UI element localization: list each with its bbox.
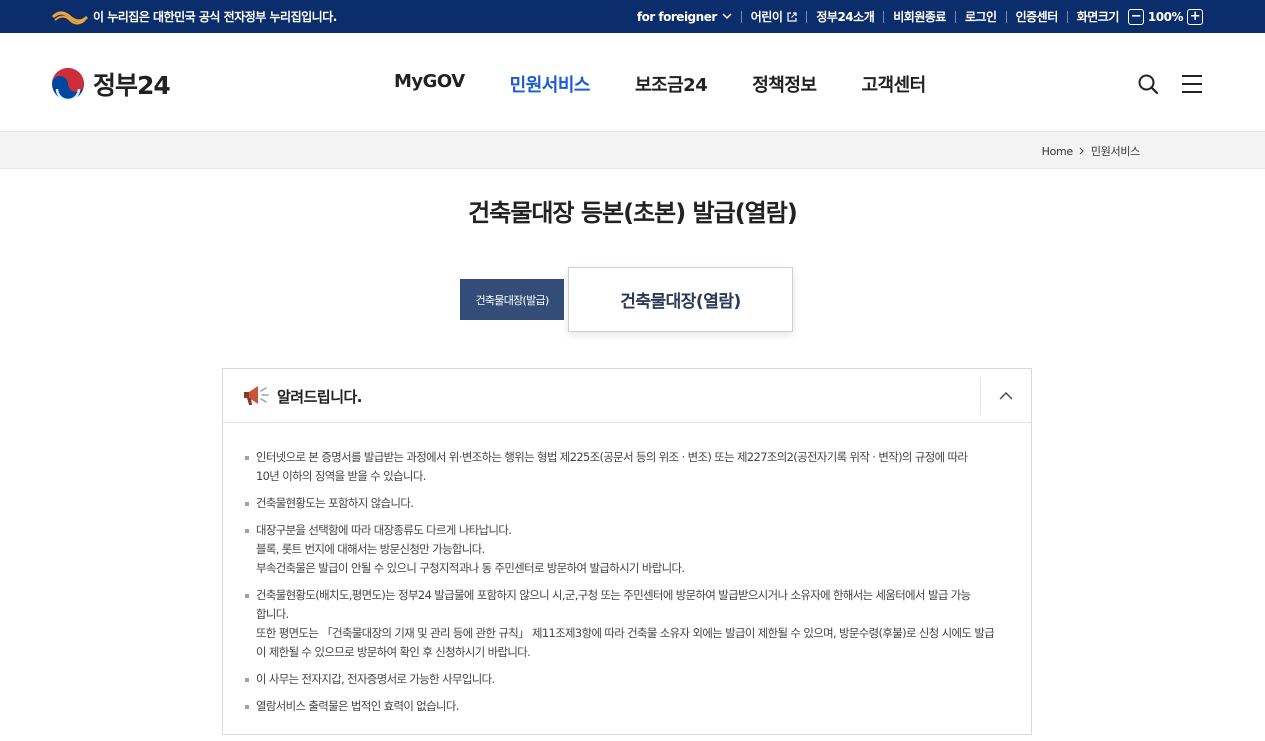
divider <box>1005 10 1007 23</box>
header-icons <box>1137 73 1203 95</box>
zoom-out-button[interactable]: − <box>1127 8 1144 25</box>
notice-line: 부속건축물은 발급이 안될 수 있으니 구청지적과나 동 주민센터로 방문하여 … <box>256 561 685 575</box>
chevron-up-icon <box>999 392 1013 400</box>
search-icon <box>1138 74 1159 95</box>
notice-item: 열람서비스 출력물은 법적인 효력이 없습니다. <box>245 697 1009 716</box>
notice-header: 알려드립니다. <box>223 369 1031 423</box>
egovernment-mark-icon <box>51 11 89 25</box>
notice-list: 인터넷으로 본 증명서를 발급받는 과정에서 위·변조하는 행위는 형법 제22… <box>245 448 1009 716</box>
nav-mygov[interactable]: MyGOV <box>394 71 465 97</box>
notice-item: 건축물현황도(배치도,평면도)는 정부24 발급물에 포함하지 않으니 시,군,… <box>245 586 1009 662</box>
notice-line: 건축물현황도는 포함하지 않습니다. <box>256 496 414 510</box>
nav-civil-services[interactable]: 민원서비스 <box>510 71 591 97</box>
certificate-center-link[interactable]: 인증센터 <box>1016 8 1059 25</box>
nav-subsidy24[interactable]: 보조금24 <box>635 71 708 97</box>
divider <box>1066 10 1068 23</box>
divider <box>740 10 742 23</box>
utility-links: for foreigner 어린이 정부24소개 비회원종료 로그인 인증센터 … <box>637 0 1203 33</box>
search-button[interactable] <box>1137 73 1159 95</box>
notice-line: 블록, 롯트 번지에 대해서는 방문신청만 가능합니다. <box>256 542 485 556</box>
main-header: 정부24 MyGOV 민원서비스 보조금24 정책정보 고객센터 <box>0 33 1265 132</box>
notice-collapse-button[interactable] <box>980 377 1031 415</box>
notice-item: 대장구분을 선택함에 따라 대장종류도 다르게 나타납니다. 블록, 롯트 번지… <box>245 521 1009 578</box>
divider <box>806 10 808 23</box>
tab-view[interactable]: 건축물대장(열람) <box>568 267 793 332</box>
page-title: 건축물대장 등본(초본) 발급(열람) <box>468 199 798 227</box>
zoom-level: 100% <box>1147 9 1184 24</box>
for-foreigner-label: for foreigner <box>636 9 717 24</box>
taegeuk-emblem-icon <box>52 68 84 101</box>
notice-panel: 알려드립니다. 인터넷으로 본 증명서를 발급받는 과정에서 위·변조하는 행위… <box>222 368 1032 735</box>
nav-policy-info[interactable]: 정책정보 <box>752 71 817 97</box>
nav-customer-center[interactable]: 고객센터 <box>861 71 926 97</box>
notice-item: 이 사무는 전자지갑, 전자증명서로 가능한 사무입니다. <box>245 670 1009 689</box>
tab-issue[interactable]: 건축물대장(발급) <box>460 279 564 320</box>
kids-link[interactable]: 어린이 <box>751 8 798 25</box>
breadcrumb-bar: Home 민원서비스 <box>0 132 1265 169</box>
official-site-notice: 이 누리집은 대한민국 공식 전자정부 누리집입니다. <box>93 10 337 24</box>
notice-line: 이 사무는 전자지갑, 전자증명서로 가능한 사무입니다. <box>256 672 495 686</box>
nonmember-logout-link[interactable]: 비회원종료 <box>893 8 946 25</box>
notice-line: 이 제한될 수 있으므로 방문하여 확인 후 신청하시기 바랍니다. <box>256 645 531 659</box>
notice-line: 인터넷으로 본 증명서를 발급받는 과정에서 위·변조하는 행위는 형법 제22… <box>256 450 968 464</box>
all-menu-button[interactable] <box>1181 73 1203 95</box>
notice-item: 건축물현황도는 포함하지 않습니다. <box>245 494 1009 513</box>
notice-line: 열람서비스 출력물은 법적인 효력이 없습니다. <box>256 699 459 713</box>
breadcrumb-home[interactable]: Home <box>1042 145 1074 158</box>
kids-label: 어린이 <box>750 10 783 24</box>
top-utility-bar: 이 누리집은 대한민국 공식 전자정부 누리집입니다. for foreigne… <box>0 0 1265 33</box>
gov24-logo[interactable]: 정부24 <box>51 66 171 102</box>
notice-body: 인터넷으로 본 증명서를 발급받는 과정에서 위·변조하는 행위는 형법 제22… <box>223 423 1031 716</box>
login-link[interactable]: 로그인 <box>965 8 997 25</box>
main-navigation: MyGOV 민원서비스 보조금24 정책정보 고객센터 <box>394 71 926 97</box>
external-link-icon <box>787 11 797 22</box>
notice-title: 알려드립니다. <box>277 388 363 406</box>
megaphone-icon <box>244 386 269 405</box>
about-gov24-link[interactable]: 정부24소개 <box>816 8 874 25</box>
divider <box>954 10 956 23</box>
logo-text: 정부24 <box>93 71 171 100</box>
divider <box>883 10 885 23</box>
for-foreigner-dropdown[interactable]: for foreigner <box>637 10 732 24</box>
breadcrumb-current[interactable]: 민원서비스 <box>1091 143 1140 159</box>
zoom-in-button[interactable]: + <box>1187 8 1203 25</box>
notice-line: 합니다. <box>256 607 289 621</box>
screen-size-label: 화면크기 <box>1076 10 1120 24</box>
notice-line: 10년 이하의 징역을 받을 수 있습니다. <box>256 469 426 483</box>
notice-line: 또한 평면도는 「건축물대장의 기재 및 관리 등에 관한 규칙」 제11조제3… <box>256 626 995 640</box>
breadcrumb: Home 민원서비스 <box>1042 143 1141 159</box>
notice-item: 인터넷으로 본 증명서를 발급받는 과정에서 위·변조하는 행위는 형법 제22… <box>245 448 1009 486</box>
chevron-right-icon <box>1079 147 1084 155</box>
notice-line: 대장구분을 선택함에 따라 대장종류도 다르게 나타납니다. <box>256 523 512 537</box>
notice-line: 건축물현황도(배치도,평면도)는 정부24 발급물에 포함하지 않으니 시,군,… <box>256 588 971 602</box>
hamburger-menu-icon <box>1182 75 1202 93</box>
chevron-down-icon <box>722 13 732 20</box>
